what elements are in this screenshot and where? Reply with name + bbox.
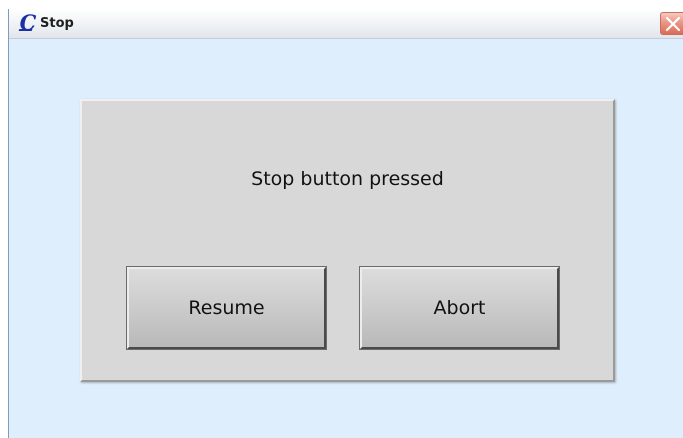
close-icon: [665, 16, 681, 32]
stop-dialog-window: C Stop Stop button pressed Resume Abort: [8, 9, 683, 438]
window-title: Stop: [40, 16, 74, 31]
c-logo-icon: C: [18, 10, 37, 35]
stop-message: Stop button pressed: [251, 168, 444, 190]
abort-button[interactable]: Abort: [359, 266, 560, 350]
stop-panel: Stop button pressed Resume Abort: [80, 99, 615, 382]
title-bar[interactable]: C Stop: [9, 9, 683, 39]
resume-button[interactable]: Resume: [126, 266, 327, 350]
close-button[interactable]: [660, 12, 683, 35]
